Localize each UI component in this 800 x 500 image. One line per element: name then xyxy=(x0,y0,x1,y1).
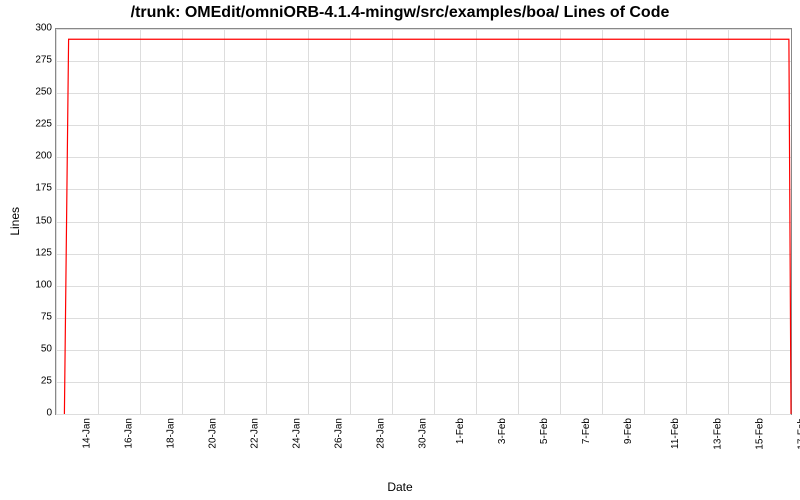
x-tick-label: 24-Jan xyxy=(292,418,303,449)
x-tick-label: 5-Feb xyxy=(539,418,550,444)
x-tick-label: 22-Jan xyxy=(250,418,261,449)
gridline-h xyxy=(56,414,791,415)
y-tick-label: 225 xyxy=(12,119,52,130)
x-tick-label: 13-Feb xyxy=(713,418,724,450)
y-tick-label: 25 xyxy=(12,375,52,386)
y-tick-label: 50 xyxy=(12,343,52,354)
x-tick-label: 16-Jan xyxy=(124,418,135,449)
x-tick-label: 15-Feb xyxy=(755,418,766,450)
y-tick-label: 275 xyxy=(12,55,52,66)
x-tick-label: 20-Jan xyxy=(208,418,219,449)
y-tick-label: 75 xyxy=(12,311,52,322)
y-axis-label: Lines xyxy=(8,207,22,236)
x-tick-label: 3-Feb xyxy=(497,418,508,444)
x-tick-label: 14-Jan xyxy=(82,418,93,449)
x-tick-label: 1-Feb xyxy=(455,418,466,444)
chart-container: /trunk: OMEdit/omniORB-4.1.4-mingw/src/e… xyxy=(0,0,800,500)
plot-area xyxy=(55,28,792,415)
x-tick-label: 28-Jan xyxy=(376,418,387,449)
y-tick-label: 175 xyxy=(12,183,52,194)
y-tick-label: 100 xyxy=(12,279,52,290)
x-tick-label: 18-Jan xyxy=(166,418,177,449)
x-tick-label: 9-Feb xyxy=(623,418,634,444)
y-tick-label: 125 xyxy=(12,247,52,258)
y-tick-label: 0 xyxy=(12,408,52,419)
x-tick-label: 11-Feb xyxy=(670,418,681,449)
x-tick-label: 26-Jan xyxy=(334,418,345,449)
x-axis-label: Date xyxy=(0,480,800,494)
y-tick-label: 200 xyxy=(12,151,52,162)
chart-title: /trunk: OMEdit/omniORB-4.1.4-mingw/src/e… xyxy=(0,4,800,22)
x-tick-label: 30-Jan xyxy=(418,418,429,449)
data-series-line xyxy=(56,29,791,414)
y-tick-label: 250 xyxy=(12,87,52,98)
x-tick-label: 7-Feb xyxy=(581,418,592,444)
y-tick-label: 300 xyxy=(12,23,52,34)
